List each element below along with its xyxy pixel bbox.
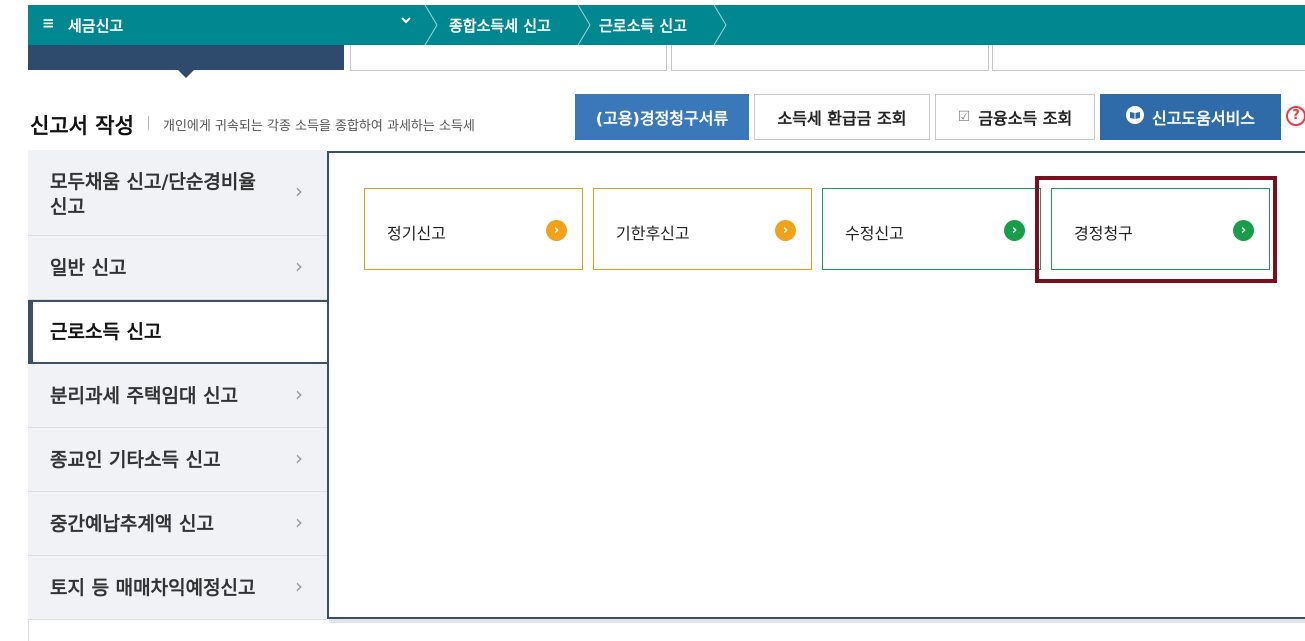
late-filing-card[interactable]: 기한후신고 ›	[593, 188, 812, 270]
regular-filing-card[interactable]: 정기신고 ›	[364, 188, 583, 270]
side-item-housing-rental[interactable]: 분리과세 주택임대 신고 ›	[28, 364, 327, 428]
side-item-label: 근로소득 신고	[50, 321, 162, 343]
breadcrumb-separator-icon	[424, 5, 438, 45]
chevron-right-icon: ›	[295, 254, 303, 278]
financial-income-inquiry-button[interactable]: ☑ 금융소득 조회	[935, 94, 1095, 140]
chevron-right-icon: ›	[295, 510, 303, 534]
chevron-right-icon: ›	[295, 179, 303, 203]
breadcrumb-separator-icon	[577, 5, 591, 45]
menu-icon[interactable]: ≡	[42, 14, 55, 32]
card-label: 정기신고	[387, 224, 446, 243]
card-label: 기한후신고	[616, 224, 690, 243]
arrow-circle-icon: ›	[1004, 220, 1025, 241]
correction-claim-documents-button[interactable]: (고용)경정청구서류	[575, 94, 749, 140]
side-item-label: 일반 신고	[50, 257, 127, 279]
top-nav-bar: ≡ 세금신고 종합소득세 신고 근로소득 신고	[28, 5, 1305, 45]
button-label: (고용)경정청구서류	[595, 109, 729, 128]
title-divider	[148, 116, 149, 130]
amended-filing-card[interactable]: 수정신고 ›	[822, 188, 1041, 270]
side-item-label: 모두채움 신고/단순경비율 신고	[50, 171, 256, 218]
checkbox-icon: ☑	[957, 109, 971, 125]
chevron-right-icon: ›	[295, 574, 303, 598]
tab-caret	[176, 68, 196, 78]
side-item-label: 중간예납추계액 신고	[50, 513, 214, 535]
button-label: 소득세 환급금 조회	[777, 109, 907, 128]
section-title: 신고서 작성	[30, 114, 134, 138]
chevron-right-icon: ›	[295, 446, 303, 470]
side-menu-border	[28, 619, 29, 641]
side-item-label: 토지 등 매매차익예정신고	[50, 577, 256, 599]
help-icon[interactable]: ?	[1286, 106, 1305, 126]
refund-inquiry-button[interactable]: 소득세 환급금 조회	[754, 94, 930, 140]
breadcrumb-item[interactable]: 종합소득세 신고	[449, 15, 551, 36]
breadcrumb-item[interactable]: 근로소득 신고	[599, 15, 687, 36]
side-item-earned-income[interactable]: 근로소득 신고	[28, 300, 329, 364]
chevron-down-icon[interactable]	[400, 14, 412, 30]
panel-shadow	[329, 619, 1305, 623]
book-icon	[1125, 106, 1144, 128]
side-item-simple-filing[interactable]: 모두채움 신고/단순경비율 신고 ›	[28, 150, 327, 236]
side-item-interim-prepayment[interactable]: 중간예납추계액 신고 ›	[28, 492, 327, 556]
side-item-land-sale[interactable]: 토지 등 매매차익예정신고 ›	[28, 556, 327, 620]
breadcrumb-separator-icon	[713, 5, 727, 45]
section-description: 개인에게 귀속되는 각종 소득을 종합하여 과세하는 소득세	[163, 119, 475, 134]
side-item-label: 종교인 기타소득 신고	[50, 449, 221, 471]
nav-title[interactable]: 세금신고	[68, 15, 123, 36]
button-label: 신고도움서비스	[1151, 109, 1256, 128]
side-item-religious-income[interactable]: 종교인 기타소득 신고 ›	[28, 428, 327, 492]
button-label: 금융소득 조회	[978, 109, 1073, 128]
filing-help-service-button[interactable]: 신고도움서비스	[1100, 94, 1281, 140]
arrow-circle-icon: ›	[546, 220, 567, 241]
card-label: 수정신고	[845, 224, 904, 243]
side-item-general-filing[interactable]: 일반 신고 ›	[28, 236, 327, 300]
side-item-label: 분리과세 주택임대 신고	[50, 385, 239, 407]
arrow-circle-icon: ›	[775, 220, 796, 241]
highlight-box	[1035, 176, 1277, 283]
chevron-right-icon: ›	[295, 382, 303, 406]
